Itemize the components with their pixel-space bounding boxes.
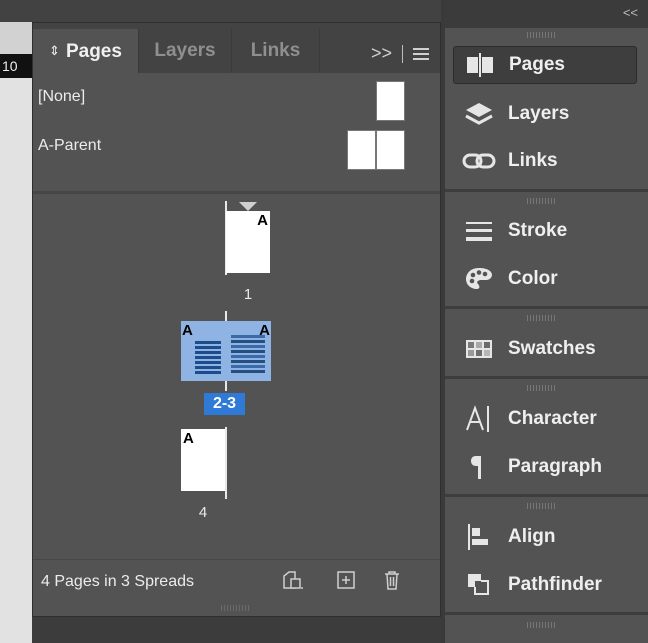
divider xyxy=(402,44,404,63)
dock-item-links[interactable]: Links xyxy=(453,142,637,180)
parent-thumbnail-a-right[interactable] xyxy=(376,130,405,170)
delete-page-icon[interactable] xyxy=(381,569,403,597)
palette-icon xyxy=(459,264,499,294)
ruler: 10 xyxy=(0,54,32,78)
spread-thumbnail-2-3[interactable]: A A xyxy=(181,321,271,381)
dock-item-label: Align xyxy=(508,526,556,547)
pages-panel: ⇕ Pages Layers Links >> [None] A-Parent A… xyxy=(32,22,441,617)
tab-label: Pages xyxy=(65,41,122,62)
parent-item-none[interactable]: [None] xyxy=(38,88,85,106)
dock-group-separator xyxy=(445,612,648,615)
footer-divider xyxy=(33,559,440,560)
pages-icon xyxy=(460,50,500,80)
document-pasteboard[interactable] xyxy=(0,78,32,643)
document-canvas[interactable]: 10 xyxy=(0,0,32,643)
dock-group-separator xyxy=(445,306,648,309)
page-number-4[interactable]: 4 xyxy=(181,504,225,521)
links-icon xyxy=(459,146,499,176)
dock-item-label: Stroke xyxy=(508,220,568,241)
dock-group-separator xyxy=(445,376,648,379)
swatches-icon xyxy=(459,334,499,364)
parent-thumbnail-a-left[interactable] xyxy=(347,130,376,170)
stroke-icon xyxy=(459,216,499,246)
dock-item-color[interactable]: Color xyxy=(453,260,637,298)
dock-item-swatches[interactable]: Swatches xyxy=(453,330,637,368)
new-page-icon[interactable] xyxy=(335,569,357,597)
panel-menu-controls: >> xyxy=(371,43,430,64)
page-number-1[interactable]: 1 xyxy=(226,286,270,303)
page-number-2-3[interactable]: 2-3 xyxy=(204,393,245,415)
dock-item-stroke[interactable]: Stroke xyxy=(453,212,637,250)
dock-item-label: Pathfinder xyxy=(508,574,602,595)
resize-grip[interactable] xyxy=(221,605,251,611)
dock-item-label: Color xyxy=(508,268,558,289)
dock-item-align[interactable]: Align xyxy=(453,518,637,556)
panel-menu-icon[interactable] xyxy=(413,47,430,60)
dock-item-layers[interactable]: Layers xyxy=(453,95,637,133)
page-thumbnail-4[interactable]: A xyxy=(181,429,225,491)
dock-group-grip[interactable] xyxy=(527,385,557,391)
dock-item-label: Layers xyxy=(508,103,570,124)
dock-group-grip[interactable] xyxy=(527,622,557,628)
dock-group-grip[interactable] xyxy=(527,503,557,509)
pages-status-text: 4 Pages in 3 Spreads xyxy=(41,573,194,590)
spread-spine xyxy=(225,427,227,499)
page-thumbnail-1[interactable]: A xyxy=(226,211,270,273)
dock-group-separator xyxy=(445,189,648,192)
tab-layers[interactable]: Layers xyxy=(139,29,232,73)
panel-dock: << Pages Layers Links Stroke Color Swatc… xyxy=(445,0,648,643)
dock-item-label: Paragraph xyxy=(508,456,602,477)
align-icon xyxy=(459,522,499,552)
panel-divider[interactable] xyxy=(33,191,440,194)
dock-item-pathfinder[interactable]: Pathfinder xyxy=(453,566,637,604)
dock-item-label: Links xyxy=(508,150,558,171)
dock-item-label: Swatches xyxy=(508,338,596,359)
parent-prefix: A xyxy=(257,212,268,229)
dock-header: << xyxy=(445,0,648,28)
ruler-value: 10 xyxy=(2,58,18,74)
character-icon xyxy=(459,404,499,434)
expand-panel-icon[interactable]: >> xyxy=(371,43,392,64)
dock-group-grip[interactable] xyxy=(527,198,557,204)
page-content-preview xyxy=(195,341,221,376)
updown-arrows-icon: ⇕ xyxy=(49,43,60,58)
current-page-indicator-icon xyxy=(239,202,257,211)
edit-page-size-icon[interactable] xyxy=(281,569,305,597)
page-content-preview xyxy=(231,335,265,375)
parent-item-a-parent[interactable]: A-Parent xyxy=(38,137,101,155)
parent-thumbnail-none[interactable] xyxy=(376,81,405,121)
pathfinder-icon xyxy=(459,570,499,600)
dock-group-grip[interactable] xyxy=(527,32,557,38)
parent-prefix: A xyxy=(182,322,193,339)
panel-header-strip xyxy=(0,0,441,22)
tab-label: Links xyxy=(250,40,301,61)
dock-item-pages[interactable]: Pages xyxy=(453,46,637,84)
tab-pages[interactable]: ⇕ Pages xyxy=(33,29,139,73)
parent-prefix: A xyxy=(183,430,194,447)
tab-label: Layers xyxy=(154,40,216,61)
panel-tab-bar: ⇕ Pages Layers Links >> xyxy=(33,23,440,73)
tab-links[interactable]: Links xyxy=(232,29,320,73)
collapse-dock-icon[interactable]: << xyxy=(623,5,638,20)
dock-item-label: Pages xyxy=(509,54,565,75)
dock-item-paragraph[interactable]: Paragraph xyxy=(453,448,637,486)
layers-icon xyxy=(459,99,499,129)
paragraph-icon xyxy=(459,452,499,482)
dock-item-character[interactable]: Character xyxy=(453,400,637,438)
dock-item-label: Character xyxy=(508,408,597,429)
dock-group-grip[interactable] xyxy=(527,315,557,321)
dock-group-separator xyxy=(445,494,648,497)
